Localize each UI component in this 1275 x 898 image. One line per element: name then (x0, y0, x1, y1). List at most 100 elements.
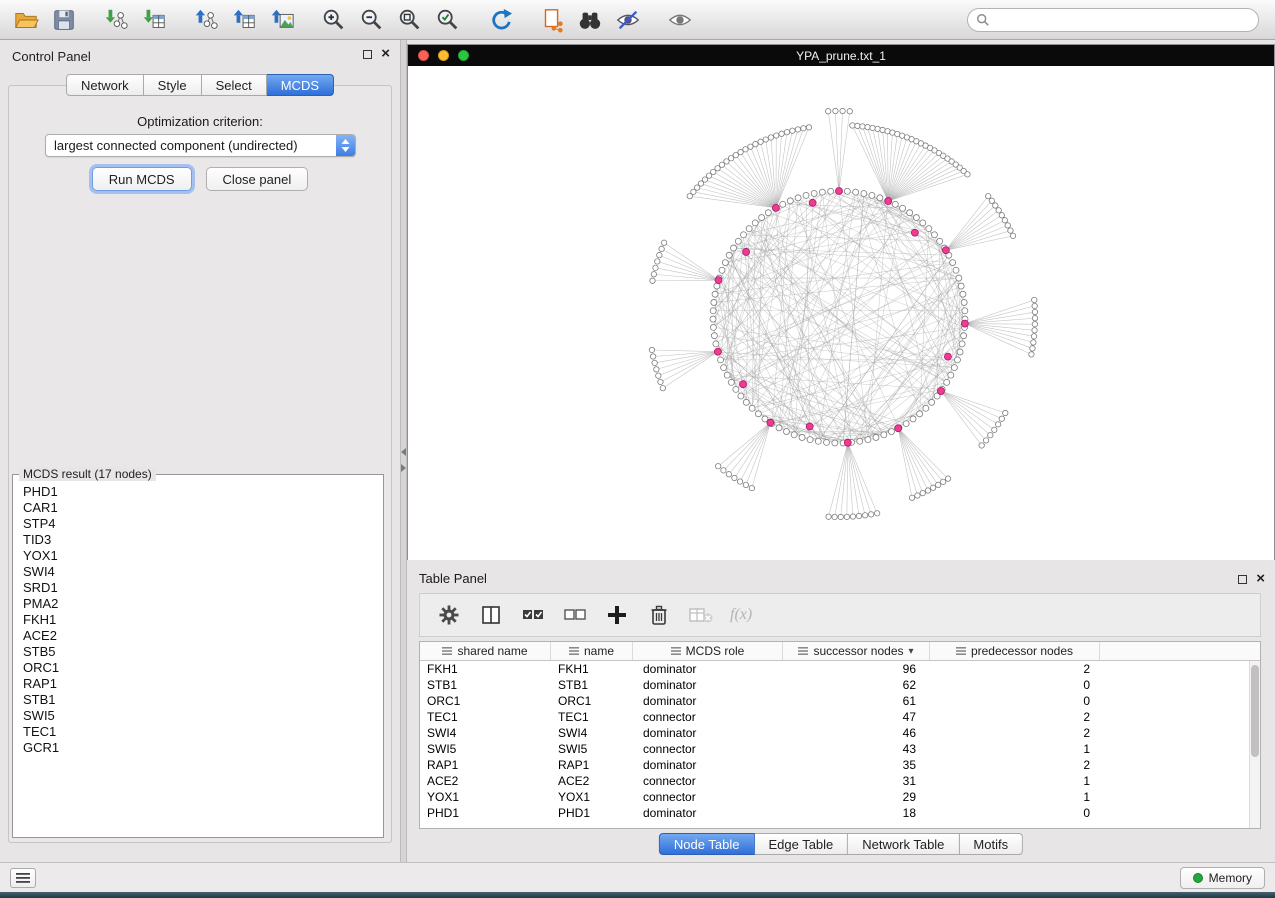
export-table-button[interactable] (226, 4, 262, 36)
select-all-button[interactable] (520, 602, 546, 628)
tab-select[interactable]: Select (202, 74, 267, 96)
table-row[interactable]: YOX1 YOX1 connector 29 1 (420, 789, 1260, 805)
table-row[interactable]: PHD1 PHD1 dominator 18 0 (420, 805, 1260, 821)
column-menu-icon[interactable] (671, 646, 681, 656)
zoom-out-button[interactable] (354, 4, 390, 36)
task-history-button[interactable] (10, 868, 36, 888)
column-header-successor-nodes[interactable]: successor nodes ▾ (783, 642, 930, 660)
refresh-layout-button[interactable] (482, 4, 518, 36)
table-row[interactable]: STB1 STB1 dominator 62 0 (420, 677, 1260, 693)
chevron-down-icon[interactable]: ▾ (909, 646, 914, 657)
column-label: shared name (457, 644, 527, 658)
cell-shared-name: ORC1 (420, 693, 551, 709)
column-header-name[interactable]: name (551, 642, 633, 660)
run-mcds-button[interactable]: Run MCDS (92, 167, 192, 191)
network-graph[interactable] (408, 66, 1274, 560)
maximize-window-icon[interactable] (458, 50, 469, 61)
mcds-result-item[interactable]: TEC1 (23, 724, 373, 740)
table-row[interactable]: ORC1 ORC1 dominator 61 0 (420, 693, 1260, 709)
cell-shared-name: ACE2 (420, 773, 551, 789)
cell-shared-name: PHD1 (420, 805, 551, 821)
mcds-result-item[interactable]: PMA2 (23, 596, 373, 612)
mcds-result-item[interactable]: TID3 (23, 532, 373, 548)
mcds-result-item[interactable]: PHD1 (23, 484, 373, 500)
search-input[interactable] (995, 13, 1250, 27)
float-panel-icon[interactable] (363, 50, 372, 59)
tab-network-table[interactable]: Network Table (848, 833, 959, 855)
close-window-icon[interactable] (418, 50, 429, 61)
tab-style[interactable]: Style (144, 74, 202, 96)
table-row[interactable]: FKH1 FKH1 dominator 96 2 (420, 661, 1260, 677)
save-session-button[interactable] (46, 4, 82, 36)
network-canvas[interactable] (408, 66, 1274, 560)
cell-predecessor-nodes: 2 (930, 725, 1100, 741)
table-row[interactable]: ACE2 ACE2 connector 31 1 (420, 773, 1260, 789)
close-panel-icon[interactable]: × (381, 48, 390, 60)
add-column-button[interactable] (604, 602, 630, 628)
tab-motifs[interactable]: Motifs (959, 833, 1023, 855)
mcds-result-item[interactable]: YOX1 (23, 548, 373, 564)
mcds-result-item[interactable]: SWI5 (23, 708, 373, 724)
table-row[interactable]: TEC1 TEC1 connector 47 2 (420, 709, 1260, 725)
mcds-result-item[interactable]: ORC1 (23, 660, 373, 676)
mcds-result-item[interactable]: STB5 (23, 644, 373, 660)
zoom-in-button[interactable] (316, 4, 352, 36)
mcds-result-item[interactable]: STB1 (23, 692, 373, 708)
memory-button[interactable]: Memory (1180, 867, 1265, 889)
column-header-predecessor-nodes[interactable]: predecessor nodes (930, 642, 1100, 660)
expand-right-icon[interactable] (401, 464, 406, 472)
table-row[interactable]: RAP1 RAP1 dominator 35 2 (420, 757, 1260, 773)
column-menu-icon[interactable] (798, 646, 808, 656)
minimize-window-icon[interactable] (438, 50, 449, 61)
network-window-titlebar[interactable]: YPA_prune.txt_1 (408, 45, 1274, 66)
cell-name: TEC1 (551, 709, 633, 725)
show-all-button[interactable] (662, 4, 698, 36)
column-header-shared-name[interactable]: shared name (420, 642, 551, 660)
table-row[interactable]: SWI4 SWI4 dominator 46 2 (420, 725, 1260, 741)
global-search-field[interactable] (967, 8, 1259, 32)
show-columns-button[interactable] (478, 602, 504, 628)
deselect-all-button[interactable] (562, 602, 588, 628)
clone-network-button[interactable] (534, 4, 570, 36)
tab-node-table[interactable]: Node Table (659, 833, 755, 855)
import-network-button[interactable] (98, 4, 134, 36)
mcds-result-item[interactable]: FKH1 (23, 612, 373, 628)
mcds-result-item[interactable]: SRD1 (23, 580, 373, 596)
close-panel-button[interactable]: Close panel (206, 167, 309, 191)
tab-mcds[interactable]: MCDS (267, 74, 334, 96)
zoom-fit-button[interactable] (392, 4, 428, 36)
deselect-all-icon (563, 604, 587, 626)
float-table-panel-icon[interactable] (1238, 575, 1247, 584)
scrollbar-thumb[interactable] (1251, 665, 1259, 757)
zoom-selected-button[interactable] (430, 4, 466, 36)
delete-column-button[interactable] (646, 602, 672, 628)
column-menu-icon[interactable] (569, 646, 579, 656)
table-settings-button[interactable] (436, 602, 462, 628)
close-table-panel-icon[interactable]: × (1256, 573, 1265, 585)
mcds-result-item[interactable]: ACE2 (23, 628, 373, 644)
open-session-button[interactable] (8, 4, 44, 36)
table-row[interactable]: SWI5 SWI5 connector 43 1 (420, 741, 1260, 757)
table-scrollbar[interactable] (1249, 661, 1260, 828)
mcds-result-item[interactable]: CAR1 (23, 500, 373, 516)
mcds-result-item[interactable]: GCR1 (23, 740, 373, 756)
collapse-left-icon[interactable] (401, 448, 406, 456)
tab-network[interactable]: Network (66, 74, 144, 96)
delete-table-button[interactable] (688, 602, 714, 628)
export-network-button[interactable] (188, 4, 224, 36)
import-table-button[interactable] (136, 4, 172, 36)
hide-selected-button[interactable] (610, 4, 646, 36)
export-image-button[interactable] (264, 4, 300, 36)
gear-icon (438, 604, 460, 626)
search-network-button[interactable] (572, 4, 608, 36)
column-header-mcds-role[interactable]: MCDS role (633, 642, 783, 660)
mcds-result-item[interactable]: RAP1 (23, 676, 373, 692)
mcds-result-list[interactable]: PHD1CAR1STP4TID3YOX1SWI4SRD1PMA2FKH1ACE2… (13, 481, 383, 759)
mcds-result-item[interactable]: SWI4 (23, 564, 373, 580)
mcds-result-item[interactable]: STP4 (23, 516, 373, 532)
column-menu-icon[interactable] (442, 646, 452, 656)
criterion-select[interactable]: largest connected component (undirected) (45, 134, 356, 157)
column-menu-icon[interactable] (956, 646, 966, 656)
tab-edge-table[interactable]: Edge Table (754, 833, 848, 855)
function-builder-button[interactable]: f(x) (730, 606, 752, 624)
